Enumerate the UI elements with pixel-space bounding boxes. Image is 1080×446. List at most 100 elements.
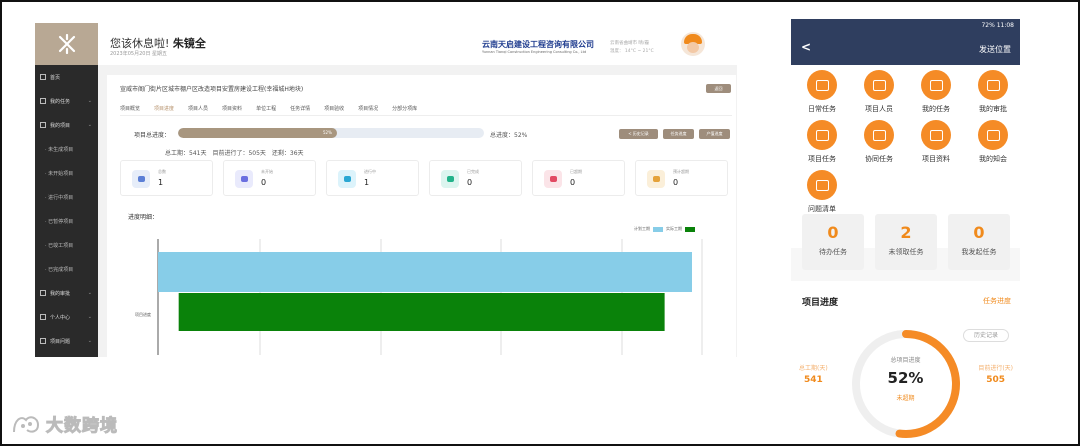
weather-temp: 温度： 14°C ~ 21°C xyxy=(610,49,654,54)
progress-detail-title: 进度明细： xyxy=(128,214,159,221)
status-card[interactable]: 预计超期 0 xyxy=(635,160,728,196)
sidebar-item-label: · 进行中项目 xyxy=(45,194,74,201)
task-progress-button[interactable]: 任务进度 xyxy=(663,129,694,139)
gantt-bar-actual xyxy=(178,293,665,331)
weather-city: 云南省曲靖市 晴/霾 xyxy=(610,41,649,46)
send-location-button[interactable]: 发送位置 xyxy=(979,44,1011,55)
progress-bar-text: 52% xyxy=(323,130,332,135)
sidebar-item[interactable]: 我的审批 ⌄ xyxy=(35,281,98,305)
status-card-icon xyxy=(235,170,253,188)
project-back-button[interactable]: 返回 xyxy=(706,84,731,93)
back-button[interactable]: < xyxy=(801,40,811,54)
task-counter-value: 0 xyxy=(973,223,985,242)
status-card-value: 1 xyxy=(364,178,370,187)
function-grid-item[interactable]: 我的任务 xyxy=(911,70,961,114)
status-card[interactable]: 未开始 0 xyxy=(223,160,316,196)
sidebar-item[interactable]: · 未开始项目 xyxy=(35,161,98,185)
progress-total: 总进度：52% xyxy=(490,132,528,139)
sidebar-item[interactable]: · 已暂停项目 xyxy=(35,209,98,233)
gantt-bar-plan xyxy=(158,252,692,292)
task-counter-label: 未领取任务 xyxy=(888,248,924,256)
status-card-icon xyxy=(338,170,356,188)
status-card-label: 已完成 xyxy=(467,169,479,174)
function-glyph-icon xyxy=(929,129,943,141)
sidebar-menu: 首页 我的任务 ⌄ 我的项目 ⌄ · 未生成项目 · 未开始项目 · 进行中项目 · 已暂停项目… xyxy=(35,65,98,353)
greeting-text: 您该休息啦! xyxy=(110,37,170,50)
progress-fill xyxy=(178,128,338,138)
status-card-icon xyxy=(544,170,562,188)
status-card[interactable]: 总数 1 xyxy=(120,160,213,196)
desktop-app: 首页 我的任务 ⌄ 我的项目 ⌄ · 未生成项目 · 未开始项目 · 进行中项目 · 已暂停项目… xyxy=(35,23,737,357)
mobile-app: 72% 11:08 < 发送位置 日常任务 项目人员 我的任务 我的审批 项目任务 协同任… xyxy=(791,19,1020,439)
gantt-chart xyxy=(157,239,703,355)
function-grid-item[interactable]: 协同任务 xyxy=(854,120,904,164)
chevron-down-icon: ⌄ xyxy=(87,338,92,344)
progress-label: 项目总进度： xyxy=(134,132,171,139)
sidebar-item[interactable]: 我的任务 ⌄ xyxy=(35,89,98,113)
sidebar-item[interactable]: · 未生成项目 xyxy=(35,137,98,161)
history-record-button[interactable]: 历史记录 xyxy=(963,329,1009,342)
chart-legend: 计划工期 实际工期 xyxy=(634,226,698,232)
app-logo xyxy=(35,23,98,65)
function-grid-item[interactable]: 我的知会 xyxy=(968,120,1018,164)
function-grid-item[interactable]: 日常任务 xyxy=(797,70,847,114)
function-grid-item[interactable]: 项目任务 xyxy=(797,120,847,164)
task-counter-card[interactable]: 2 未领取任务 xyxy=(875,214,937,270)
sidebar-item[interactable]: · 进行中项目 xyxy=(35,185,98,209)
task-progress-link[interactable]: 任务进度 xyxy=(983,296,1011,306)
sidebar-item[interactable]: 我的项目 ⌄ xyxy=(35,113,98,137)
weather-info: 云南省曲靖市 晴/霾 温度： 14°C ~ 21°C xyxy=(610,40,654,56)
company-name: 云南天启建设工程咨询有限公司 xyxy=(482,40,594,49)
nav-bar: < 发送位置 xyxy=(791,32,1020,65)
sidebar-item[interactable]: · 已完成项目 xyxy=(35,257,98,281)
main-content: 宣威市阁门街片区城市棚户区改造项目安置房建设工程(幸福城H地块) 返回 项目概览… xyxy=(107,75,736,357)
status-card[interactable]: 已完成 0 xyxy=(429,160,522,196)
menu-icon xyxy=(40,74,46,80)
logo-icon xyxy=(58,34,75,54)
function-grid-item[interactable]: 我的审批 xyxy=(968,70,1018,114)
elapsed-duration-value: 505 xyxy=(986,375,1006,385)
status-card[interactable]: 已超期 0 xyxy=(532,160,625,196)
sidebar-item-label: 首页 xyxy=(50,74,61,81)
chevron-down-icon: ⌄ xyxy=(87,290,92,296)
function-label: 问题清单 xyxy=(808,205,836,213)
status-glyph-icon xyxy=(240,176,248,182)
task-counter-value: 2 xyxy=(900,223,912,242)
status-glyph-icon xyxy=(549,176,557,182)
status-card-label: 已超期 xyxy=(570,169,582,174)
sidebar-item-label: 我的项目 xyxy=(50,122,71,129)
avatar[interactable] xyxy=(681,32,705,56)
function-glyph-icon xyxy=(815,179,829,191)
function-grid-item[interactable]: 项目人员 xyxy=(854,70,904,114)
chevron-down-icon: ⌄ xyxy=(87,98,92,104)
function-icon xyxy=(921,70,951,100)
sidebar-item[interactable]: 首页 xyxy=(35,65,98,89)
total-duration-label: 总工期(天) xyxy=(799,365,828,372)
elapsed-duration-stat: 目前进行(天) 505 xyxy=(978,363,1013,385)
history-record-button[interactable]: < 历史记录 xyxy=(619,129,658,139)
function-grid-item[interactable]: 项目资料 xyxy=(911,120,961,164)
sidebar-item-label: · 已暂停项目 xyxy=(45,218,74,225)
task-counter-card[interactable]: 0 待办任务 xyxy=(802,214,864,270)
menu-icon xyxy=(40,314,46,320)
output-progress-button[interactable]: 产值进度 xyxy=(699,129,730,139)
status-card[interactable]: 进行中 1 xyxy=(326,160,419,196)
function-icon xyxy=(978,120,1008,150)
sidebar-item[interactable]: 个人中心 ⌄ xyxy=(35,305,98,329)
top-header: 您该休息啦! 朱镜全 2023年05月20日 星期五 云南天启建设工程咨询有限公… xyxy=(98,23,737,65)
function-grid-item[interactable]: 问题清单 xyxy=(797,170,847,214)
sidebar-item-label: · 未开始项目 xyxy=(45,170,74,177)
project-title: 宣威市阁门街片区城市棚户区改造项目安置房建设工程(幸福城H地块) xyxy=(120,86,304,93)
chevron-down-icon: ⌄ xyxy=(87,314,92,320)
function-label: 项目人员 xyxy=(865,105,893,113)
elapsed-duration-label: 目前进行(天) xyxy=(978,365,1013,372)
task-counter-card[interactable]: 0 我发起任务 xyxy=(948,214,1010,270)
sidebar-item[interactable]: 项目问题 ⌄ xyxy=(35,329,98,353)
status-card-value: 0 xyxy=(261,178,267,187)
sidebar-item[interactable]: · 已竣工项目 xyxy=(35,233,98,257)
function-glyph-icon xyxy=(986,79,1000,91)
function-icon xyxy=(807,70,837,100)
status-card-value: 0 xyxy=(467,178,473,187)
status-card-label: 预计超期 xyxy=(673,169,689,174)
sidebar-item-label: · 已完成项目 xyxy=(45,266,74,273)
